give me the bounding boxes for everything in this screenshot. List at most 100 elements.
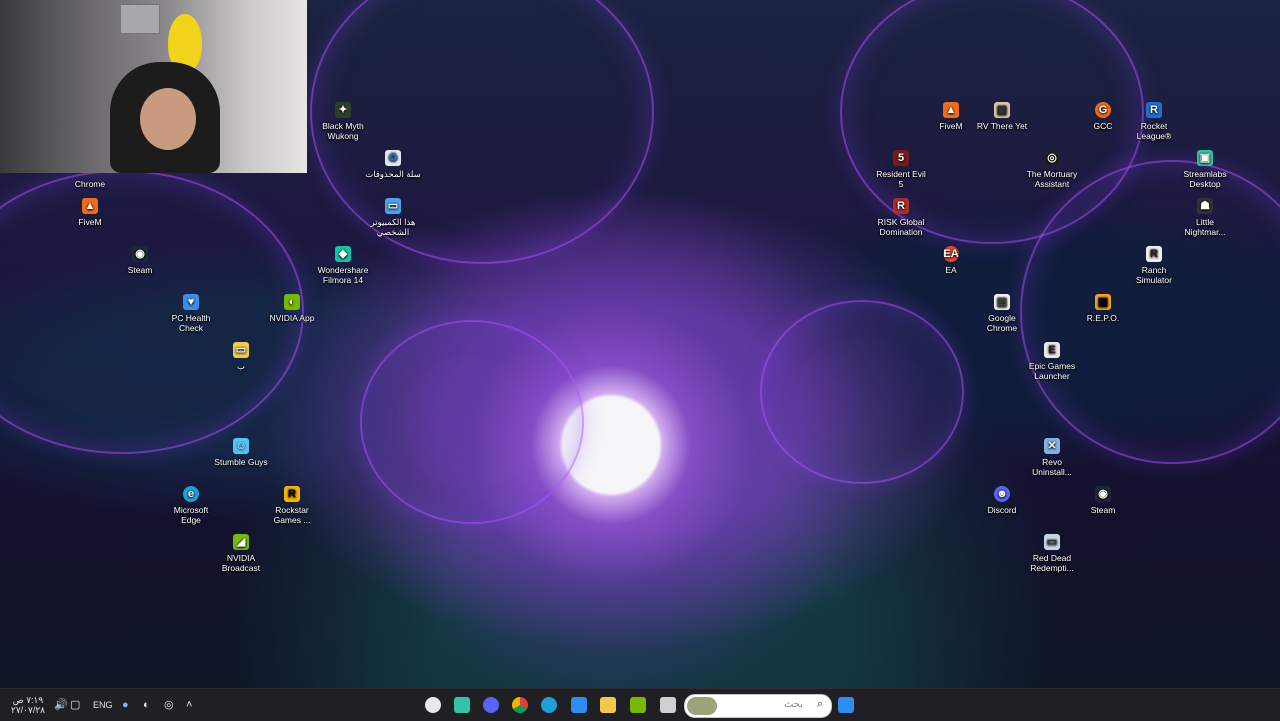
epic-games-icon: E [1044, 342, 1060, 358]
clock-time: ٧:١٩ ص [12, 695, 44, 705]
recycle-bin-icon: ♻ [385, 150, 401, 166]
filmora-icon: ◆ [335, 246, 351, 262]
icon-label: The Mortuary Assistant [1026, 169, 1078, 189]
icon-label: Rockstar Games ... [273, 505, 311, 525]
icon-label: PC Health Check [171, 313, 211, 333]
desktop-icon-steam[interactable]: ◉ Steam [112, 246, 168, 275]
icon-label: Stumble Guys [214, 457, 268, 467]
start-button[interactable] [838, 697, 854, 713]
search-highlight-image [687, 697, 717, 715]
desktop-icon-revo-uninstaller[interactable]: ✕ Revo Uninstall... [1024, 438, 1080, 477]
desktop-icon-nvidia-app[interactable]: ◐ NVIDIA App [264, 294, 320, 323]
red-dead-icon: ▭ [1044, 534, 1060, 550]
streamlabs-icon: ▣ [1197, 150, 1213, 166]
desktop-icon-discord[interactable]: ☻ Discord [974, 486, 1030, 515]
microphone-icon[interactable]: ● [122, 689, 129, 721]
desktop-icon-this-pc[interactable]: ▭ هذا الكمبيوتر الشخصي [365, 198, 421, 237]
tray-app-icon[interactable]: ◎ [164, 689, 174, 721]
streamlabs-icon[interactable] [454, 697, 470, 713]
desktop-icon-mortuary-assistant[interactable]: ◎ The Mortuary Assistant [1024, 150, 1080, 189]
fivem-icon: ▲ [943, 102, 959, 118]
desktop-icon-recycle-bin[interactable]: ♻ سلة المحذوفات [365, 150, 421, 179]
desktop-icon-filmora[interactable]: ◆ Wondershare Filmora 14 [315, 246, 371, 285]
chrome-icon[interactable] [512, 697, 528, 713]
clock[interactable]: ٧:١٩ ص ٢٧/٠٧/٢٨ [8, 695, 48, 715]
search-box[interactable]: بحث ⌕ [684, 694, 832, 718]
this-pc-icon: ▭ [385, 198, 401, 214]
desktop-icon-nvidia-broadcast[interactable]: ◢ NVIDIA Broadcast [213, 534, 269, 573]
icon-label: سلة المحذوفات [365, 169, 421, 179]
resident-evil-icon: 5 [893, 150, 909, 166]
network-icon[interactable]: ▢ [70, 689, 80, 721]
chevron-up-icon[interactable]: ˄ [186, 689, 192, 721]
desktop-icon-risk[interactable]: R RISK Global Domination [873, 198, 929, 237]
desktop-icon-fivem[interactable]: ▲ FiveM [923, 102, 979, 131]
edge-icon[interactable] [541, 697, 557, 713]
pc-health-check-icon: ♥ [183, 294, 199, 310]
desktop-icon-pc-health-check[interactable]: ♥ PC Health Check [163, 294, 219, 333]
desktop-icon-stumble-guys[interactable]: ☺ Stumble Guys [213, 438, 269, 467]
language-indicator[interactable]: ENG [93, 689, 113, 721]
nvidia-icon[interactable] [630, 697, 646, 713]
volume-icon[interactable]: 🔊 [54, 689, 68, 721]
discord-icon: ☻ [994, 486, 1010, 502]
ranch-simulator-icon: R [1146, 246, 1162, 262]
desktop-icon-ea[interactable]: EA EA [923, 246, 979, 275]
desktop-icon-repo[interactable]: ▣ R.E.P.O. [1075, 294, 1131, 323]
stumble-guys-icon: ☺ [233, 438, 249, 454]
edge-icon: e [183, 486, 199, 502]
icon-label: هذا الكمبيوتر الشخصي [370, 217, 416, 237]
desktop-icon-rocket-league[interactable]: R Rocket League® [1126, 102, 1182, 141]
icon-label: Rocket League® [1136, 121, 1172, 141]
icon-label: Ranch Simulator [1136, 265, 1172, 285]
clock-date: ٢٧/٠٧/٢٨ [10, 705, 45, 715]
icon-label: Epic Games Launcher [1028, 361, 1076, 381]
desktop-icon-epic-games[interactable]: E Epic Games Launcher [1024, 342, 1080, 381]
rocket-league-icon: R [1146, 102, 1162, 118]
discord-icon[interactable] [483, 697, 499, 713]
desktop-icon-folder[interactable]: ▭ ب [213, 342, 269, 371]
desktop-icon-little-nightmares[interactable]: ☗ Little Nightmar... [1177, 198, 1233, 237]
black-myth-icon: ✦ [335, 102, 351, 118]
fivem-icon: ▲ [82, 198, 98, 214]
nvidia-icon: ◐ [284, 294, 300, 310]
desktop-icon-gcc[interactable]: G GCC [1075, 102, 1131, 131]
rv-there-yet-icon: ▣ [994, 102, 1010, 118]
icon-label: EA [945, 265, 957, 275]
steelseries-icon[interactable] [425, 697, 441, 713]
icon-label: Wondershare Filmora 14 [317, 265, 369, 285]
desktop-icon-google-chrome[interactable]: ▤ Google Chrome [974, 294, 1030, 333]
icon-label: Chrome [74, 179, 106, 189]
icon-label: Google Chrome [986, 313, 1018, 333]
icon-label: GCC [1093, 121, 1113, 131]
desktop-icon-streamlabs[interactable]: ▣ Streamlabs Desktop [1177, 150, 1233, 189]
task-view-icon[interactable] [660, 697, 676, 713]
cloud-decoration [760, 300, 964, 484]
icon-label: Streamlabs Desktop [1183, 169, 1227, 189]
desktop-icon-black-myth[interactable]: ✦ Black Myth Wukong [315, 102, 371, 141]
desktop-icon-rockstar[interactable]: R Rockstar Games ... [264, 486, 320, 525]
desktop-icon-edge[interactable]: e Microsoft Edge [163, 486, 219, 525]
icon-label: Revo Uninstall... [1032, 457, 1072, 477]
little-nightmares-icon: ☗ [1197, 198, 1213, 214]
desktop-icon-red-dead-redemption[interactable]: ▭ Red Dead Redempti... [1024, 534, 1080, 573]
taskbar: ٧:١٩ ص ٢٧/٠٧/٢٨ 🔊 ▢ ENG ● ◐ ◎ ˄ بحث ⌕ [0, 688, 1280, 721]
steam-icon: ◉ [1095, 486, 1111, 502]
icon-label: FiveM [939, 121, 963, 131]
desktop-icon-fivem[interactable]: ▲ FiveM [62, 198, 118, 227]
desktop-icon-rv-there-yet[interactable]: ▣ RV There Yet [974, 102, 1030, 131]
icon-label: RISK Global Domination [877, 217, 925, 237]
webcam-overlay [0, 0, 307, 173]
filmora-icon[interactable] [571, 697, 587, 713]
icon-label: Resident Evil 5 [876, 169, 926, 189]
file-explorer-icon[interactable] [600, 697, 616, 713]
repo-icon: ▣ [1095, 294, 1111, 310]
tray-app-icon[interactable]: ◐ [143, 689, 150, 721]
poster-decoration [120, 4, 160, 34]
person-face [140, 88, 196, 150]
desktop-icon-ranch-simulator[interactable]: R Ranch Simulator [1126, 246, 1182, 285]
steam-icon: ◉ [132, 246, 148, 262]
desktop-icon-steam[interactable]: ◉ Steam [1075, 486, 1131, 515]
desktop-icon-resident-evil[interactable]: 5 Resident Evil 5 [873, 150, 929, 189]
icon-label: NVIDIA App [269, 313, 315, 323]
